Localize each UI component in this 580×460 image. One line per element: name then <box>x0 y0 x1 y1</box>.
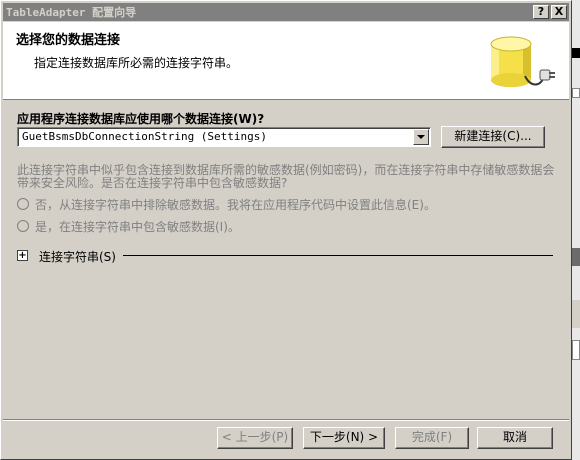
next-button[interactable]: 下一步(N) > <box>303 427 385 449</box>
connection-select[interactable]: GuetBsmsDbConnectionString (Settings) <box>17 127 431 147</box>
include-sensitive-label: 是，在连接字符串中包含敏感数据(I)。 <box>35 220 240 234</box>
expander-divider <box>123 255 553 256</box>
cancel-button[interactable]: 取消 <box>477 427 553 449</box>
background-window-fragment <box>572 300 580 328</box>
exclude-sensitive-label: 否，从连接字符串中排除敏感数据。我将在应用程序代码中设置此信息(E)。 <box>35 198 436 212</box>
connection-question-label: 应用程序连接数据库应使用哪个数据连接(W)? <box>17 112 265 126</box>
finish-button[interactable]: 完成(F) <box>395 427 469 449</box>
background-window-fragment <box>572 48 580 58</box>
window-title: TableAdapter 配置向导 <box>6 6 137 19</box>
sensitive-data-description: 此连接字符串中似乎包含连接到数据库所需的敏感数据(例如密码)，而在连接字符串中存… <box>17 163 555 190</box>
new-connection-button[interactable]: 新建连接(C)... <box>441 126 545 148</box>
help-button[interactable]: ? <box>533 5 549 19</box>
background-window-fragment <box>572 88 580 98</box>
background-window <box>572 0 580 460</box>
dropdown-arrow-icon[interactable] <box>413 129 429 145</box>
connection-select-value: GuetBsmsDbConnectionString (Settings) <box>22 130 268 143</box>
include-sensitive-radio[interactable] <box>17 220 29 232</box>
exclude-sensitive-radio[interactable] <box>17 198 29 210</box>
back-button[interactable]: < 上一步(P) <box>217 427 293 449</box>
title-bar[interactable]: TableAdapter 配置向导 ? X <box>3 3 569 21</box>
close-button[interactable]: X <box>551 5 567 19</box>
page-title: 选择您的数据连接 <box>16 33 121 48</box>
connection-string-label: 连接字符串(S) <box>39 250 116 264</box>
wizard-header: 选择您的数据连接 指定连接数据库所必需的连接字符串。 <box>3 22 569 100</box>
background-window-fragment <box>572 340 580 360</box>
footer-divider <box>3 419 569 421</box>
database-plug-icon <box>490 36 555 87</box>
connection-string-expander[interactable]: + 连接字符串(S) <box>17 248 553 264</box>
wizard-dialog: TableAdapter 配置向导 ? X 选择您的数据连接 指定连接数据库所必… <box>0 0 572 460</box>
background-window-fragment <box>572 248 580 266</box>
expand-plus-icon[interactable]: + <box>17 250 28 261</box>
page-subtitle: 指定连接数据库所必需的连接字符串。 <box>34 56 239 70</box>
